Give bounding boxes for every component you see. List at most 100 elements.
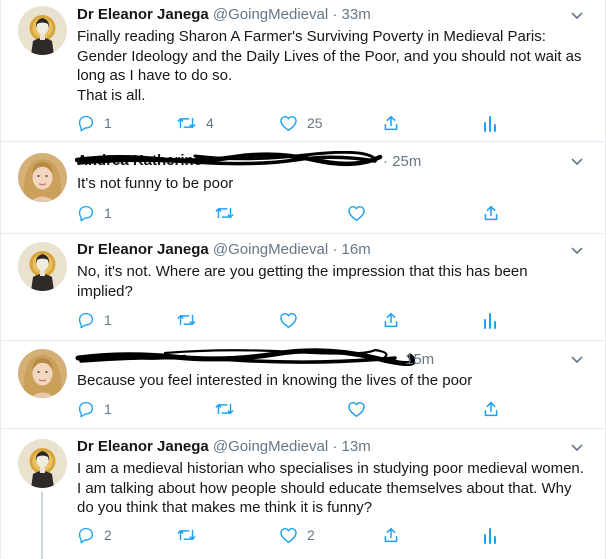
tweet-text: No, it's not. Where are you getting the … xyxy=(77,262,585,301)
heart-icon xyxy=(348,401,365,418)
separator-dot: · xyxy=(383,153,388,170)
avatar[interactable] xyxy=(18,242,67,291)
tweet-header: Dr Eleanor Janega @GoingMedieval · 33m xyxy=(77,5,371,25)
timestamp[interactable]: 13m xyxy=(342,438,371,455)
like-button[interactable] xyxy=(279,310,298,330)
share-button[interactable] xyxy=(383,525,399,545)
tweet[interactable]: 15m Because you feel interested in knowi… xyxy=(0,341,606,428)
tweet-text: Because you feel interested in knowing t… xyxy=(77,371,585,391)
analytics-button[interactable] xyxy=(483,310,497,330)
retweet-button[interactable] xyxy=(214,399,235,419)
avatar[interactable] xyxy=(18,349,67,398)
reply-count: 1 xyxy=(104,312,112,328)
like-count: 2 xyxy=(307,527,315,543)
author-name[interactable]: Dr Eleanor Janega xyxy=(77,6,209,23)
share-icon xyxy=(484,401,498,417)
analytics-icon xyxy=(484,528,496,544)
avatar[interactable] xyxy=(18,153,67,202)
reply-button[interactable]: 1 xyxy=(77,113,112,133)
author-name[interactable]: Dr Eleanor Janega xyxy=(77,438,209,455)
share-icon xyxy=(384,312,398,328)
reply-button[interactable]: 2 xyxy=(77,525,112,545)
retweet-icon xyxy=(177,117,196,129)
chevron-down-icon[interactable] xyxy=(571,246,583,256)
timestamp[interactable]: 33m xyxy=(342,6,371,23)
like-button[interactable] xyxy=(347,203,366,223)
tweet-header: 15m xyxy=(405,350,434,370)
chevron-down-icon[interactable] xyxy=(571,355,583,365)
like-button[interactable] xyxy=(347,399,366,419)
share-button[interactable] xyxy=(383,113,399,133)
retweet-count: 4 xyxy=(206,115,214,131)
tweet[interactable]: Dr Eleanor Janega @GoingMedieval · 16m N… xyxy=(0,234,606,340)
avatar[interactable] xyxy=(18,439,67,488)
reply-button[interactable]: 1 xyxy=(77,399,112,419)
timestamp[interactable]: 16m xyxy=(342,241,371,258)
reply-count: 1 xyxy=(104,205,112,221)
tweet-actions: 1 4 25 xyxy=(77,113,507,133)
heart-icon xyxy=(280,312,297,329)
share-icon xyxy=(384,115,398,131)
like-button[interactable]: 25 xyxy=(279,113,323,133)
separator-dot: · xyxy=(332,6,338,23)
tweet-text-line: It's not funny to be poor xyxy=(77,175,234,192)
author-name[interactable]: Dr Eleanor Janega xyxy=(77,241,209,258)
retweet-button[interactable] xyxy=(176,310,197,330)
share-icon xyxy=(384,527,398,543)
heart-icon xyxy=(348,205,365,222)
tweet-actions: 1 xyxy=(77,399,507,419)
like-button[interactable]: 2 xyxy=(279,525,315,545)
chevron-down-icon[interactable] xyxy=(571,11,583,21)
author-handle[interactable]: @GoingMedieval xyxy=(213,241,328,258)
tweet[interactable]: Dr Eleanor Janega @GoingMedieval · 13m I… xyxy=(0,429,606,559)
reply-icon xyxy=(78,527,94,544)
tweet[interactable]: Andrea Katherine · 25m It's not funny to… xyxy=(0,142,606,233)
tweet-header: · 25m xyxy=(383,152,421,172)
timestamp[interactable]: 15m xyxy=(405,351,434,368)
tweet-text-line: Gender Ideology and the Daily Lives of t… xyxy=(77,47,582,65)
heart-icon xyxy=(280,115,297,132)
tweet-text: Finally reading Sharon A Farmer's Surviv… xyxy=(77,27,585,105)
tweet-actions: 2 2 xyxy=(77,525,507,545)
author-handle[interactable]: @GoingMedieval xyxy=(213,438,328,455)
redacted-author xyxy=(75,344,416,373)
reply-icon xyxy=(78,115,94,132)
retweet-icon xyxy=(177,314,196,326)
tweet-header: Dr Eleanor Janega @GoingMedieval · 13m xyxy=(77,437,371,457)
analytics-button[interactable] xyxy=(483,525,497,545)
reply-button[interactable]: 1 xyxy=(77,310,112,330)
retweet-icon xyxy=(215,403,234,415)
timestamp[interactable]: 25m xyxy=(392,153,421,170)
avatar[interactable] xyxy=(18,6,67,55)
chevron-down-icon[interactable] xyxy=(571,443,583,453)
tweet-text: I am a medieval historian who specialise… xyxy=(77,459,585,518)
tweet-text-line: do you think that makes me think it is f… xyxy=(77,499,373,516)
tweet-text-line: implied? xyxy=(77,282,133,300)
reply-count: 1 xyxy=(104,401,112,417)
reply-icon xyxy=(78,205,94,222)
tweet-text-line: I am talking about how people should edu… xyxy=(77,479,572,497)
author-handle[interactable]: @GoingMedieval xyxy=(213,6,328,23)
analytics-button[interactable] xyxy=(483,113,497,133)
tweet[interactable]: Dr Eleanor Janega @GoingMedieval · 33m F… xyxy=(0,0,606,141)
redacted-author: Andrea Katherine xyxy=(74,150,385,174)
tweet-text: It's not funny to be poor xyxy=(77,174,585,194)
retweet-icon xyxy=(215,207,234,219)
retweet-button[interactable] xyxy=(214,203,235,223)
heart-icon xyxy=(280,527,297,544)
reply-button[interactable]: 1 xyxy=(77,203,112,223)
reply-count: 2 xyxy=(104,527,112,543)
share-button[interactable] xyxy=(483,399,499,419)
reply-icon xyxy=(78,401,94,418)
separator-dot: · xyxy=(332,438,338,455)
reply-icon xyxy=(78,312,94,329)
share-button[interactable] xyxy=(383,310,399,330)
reply-count: 1 xyxy=(104,115,112,131)
retweet-button[interactable] xyxy=(176,525,197,545)
like-count: 25 xyxy=(307,115,323,131)
share-icon xyxy=(484,205,498,221)
share-button[interactable] xyxy=(483,203,499,223)
tweet-actions: 1 xyxy=(77,203,507,223)
retweet-button[interactable]: 4 xyxy=(176,113,214,133)
chevron-down-icon[interactable] xyxy=(571,157,583,167)
